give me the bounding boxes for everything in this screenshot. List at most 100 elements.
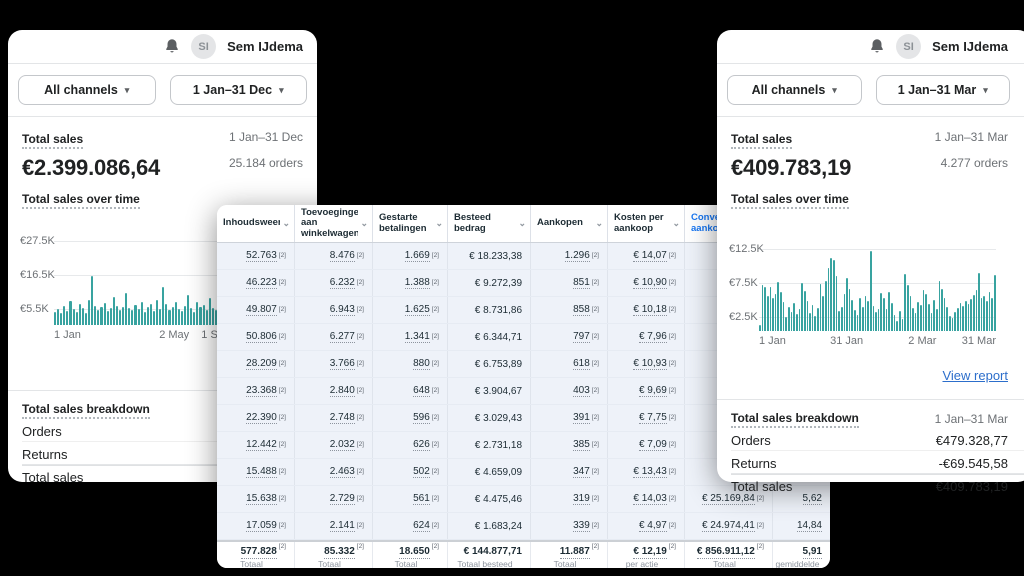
table-cell[interactable]: € 10,90[2]: [608, 270, 685, 296]
cell-value[interactable]: 624: [413, 520, 430, 533]
cell-value[interactable]: 22.390: [246, 412, 277, 425]
table-cell[interactable]: 561[2]: [373, 486, 448, 512]
total-sales-label[interactable]: Total sales: [22, 133, 83, 149]
date-range-button[interactable]: 1 Jan–31 Mar ▾: [876, 75, 1011, 105]
table-cell[interactable]: 1.625[2]: [373, 297, 448, 323]
breakdown-title[interactable]: Total sales breakdown: [22, 403, 150, 419]
cell-value[interactable]: € 13,43: [633, 466, 666, 479]
cell-value[interactable]: 6.943: [330, 304, 355, 317]
table-cell[interactable]: 347[2]: [531, 459, 608, 485]
table-cell[interactable]: 1.296[2]: [531, 243, 608, 269]
cell-value[interactable]: € 14,07: [633, 250, 666, 263]
table-cell[interactable]: 12.442[2]: [217, 432, 295, 458]
table-cell[interactable]: 1.341[2]: [373, 324, 448, 350]
cell-value[interactable]: 50.806: [246, 331, 277, 344]
cell-value[interactable]: € 4.475,46: [475, 494, 522, 505]
cell-value[interactable]: 858: [573, 304, 590, 317]
column-header-5[interactable]: Aankopen⌄: [531, 205, 608, 242]
sales-over-time-label[interactable]: Total sales over time: [731, 193, 849, 209]
table-cell[interactable]: 22.390[2]: [217, 405, 295, 431]
table-cell[interactable]: € 13,43[2]: [608, 459, 685, 485]
cell-value[interactable]: 797: [573, 331, 590, 344]
table-cell[interactable]: € 2.731,18: [448, 432, 531, 458]
table-cell[interactable]: 618[2]: [531, 351, 608, 377]
cell-value[interactable]: 1.341: [405, 331, 430, 344]
sort-chevron-icon[interactable]: ⌄: [280, 218, 290, 229]
cell-value[interactable]: € 3.904,67: [475, 386, 522, 397]
table-cell[interactable]: € 6.753,89: [448, 351, 531, 377]
table-cell[interactable]: 880[2]: [373, 351, 448, 377]
cell-value[interactable]: 347: [573, 466, 590, 479]
totals-cell[interactable]: € 12,19[2]per actie: [608, 542, 685, 568]
channels-filter-button[interactable]: All channels ▾: [18, 75, 156, 105]
table-cell[interactable]: 1.388[2]: [373, 270, 448, 296]
table-cell[interactable]: € 4,97[2]: [608, 513, 685, 539]
cell-value[interactable]: 12.442: [246, 439, 277, 452]
table-cell[interactable]: 50.806[2]: [217, 324, 295, 350]
cell-value[interactable]: 561: [413, 493, 430, 506]
table-cell[interactable]: 2.032[2]: [295, 432, 373, 458]
cell-value[interactable]: € 8.731,86: [475, 305, 522, 316]
cell-value[interactable]: € 6.753,89: [475, 359, 522, 370]
cell-value[interactable]: € 10,18: [633, 304, 666, 317]
cell-value[interactable]: 2.729: [330, 493, 355, 506]
cell-value[interactable]: € 7,75: [639, 412, 667, 425]
cell-value[interactable]: 385: [573, 439, 590, 452]
cell-value[interactable]: 403: [573, 385, 590, 398]
table-cell[interactable]: 648[2]: [373, 378, 448, 404]
totals-cell[interactable]: € 144.877,71Totaal besteed: [448, 542, 531, 568]
cell-value[interactable]: 28.209: [246, 358, 277, 371]
notification-bell-icon[interactable]: [869, 38, 885, 55]
cell-value[interactable]: 391: [573, 412, 590, 425]
table-cell[interactable]: 596[2]: [373, 405, 448, 431]
totals-cell[interactable]: 11.887[2]Totaal: [531, 542, 608, 568]
table-cell[interactable]: 3.766[2]: [295, 351, 373, 377]
table-cell[interactable]: € 24.974,41[2]: [685, 513, 773, 539]
table-cell[interactable]: € 7,96[2]: [608, 324, 685, 350]
cell-value[interactable]: € 14,03: [633, 493, 666, 506]
column-header-6[interactable]: Kosten per aankoop⌄: [608, 205, 685, 242]
sort-chevron-icon[interactable]: ⌄: [593, 218, 603, 229]
breakdown-title[interactable]: Total sales breakdown: [731, 412, 859, 428]
cell-value[interactable]: 626: [413, 439, 430, 452]
cell-value[interactable]: 596: [413, 412, 430, 425]
cell-value[interactable]: € 1.683,24: [475, 521, 522, 532]
cell-value[interactable]: 618: [573, 358, 590, 371]
table-cell[interactable]: € 10,93[2]: [608, 351, 685, 377]
table-cell[interactable]: 1.669[2]: [373, 243, 448, 269]
table-cell[interactable]: 52.763[2]: [217, 243, 295, 269]
cell-value[interactable]: € 24.974,41: [702, 520, 755, 533]
table-cell[interactable]: 319[2]: [531, 486, 608, 512]
cell-value[interactable]: € 10,93: [633, 358, 666, 371]
view-report-link[interactable]: View report: [942, 368, 1008, 383]
table-cell[interactable]: € 18.233,38: [448, 243, 531, 269]
table-cell[interactable]: € 3.029,43: [448, 405, 531, 431]
cell-value[interactable]: 23.368: [246, 385, 277, 398]
table-cell[interactable]: € 14,03[2]: [608, 486, 685, 512]
table-cell[interactable]: € 14,07[2]: [608, 243, 685, 269]
table-cell[interactable]: 858[2]: [531, 297, 608, 323]
cell-value[interactable]: € 7,96: [639, 331, 667, 344]
cell-value[interactable]: 2.748: [330, 412, 355, 425]
table-cell[interactable]: 624[2]: [373, 513, 448, 539]
table-cell[interactable]: 403[2]: [531, 378, 608, 404]
table-cell[interactable]: 2.141[2]: [295, 513, 373, 539]
sort-chevron-icon[interactable]: ⌄: [433, 218, 443, 229]
table-cell[interactable]: 6.277[2]: [295, 324, 373, 350]
table-cell[interactable]: 17.059[2]: [217, 513, 295, 539]
cell-value[interactable]: € 9,69: [639, 385, 667, 398]
notification-bell-icon[interactable]: [164, 38, 180, 55]
sales-over-time-chart[interactable]: €12.5K€7.5K€2.5K1 Jan31 Jan2 Mar31 Mar: [717, 213, 1024, 353]
sort-chevron-icon[interactable]: ⌄: [670, 218, 680, 229]
table-cell[interactable]: 385[2]: [531, 432, 608, 458]
table-cell[interactable]: € 7,75[2]: [608, 405, 685, 431]
column-header-4[interactable]: Besteed bedrag⌄: [448, 205, 531, 242]
date-range-button[interactable]: 1 Jan–31 Dec ▾: [170, 75, 308, 105]
table-cell[interactable]: 2.840[2]: [295, 378, 373, 404]
totals-cell[interactable]: 5,91gemiddelde: [773, 542, 830, 568]
table-cell[interactable]: 626[2]: [373, 432, 448, 458]
table-cell[interactable]: 14,84: [773, 513, 830, 539]
table-cell[interactable]: 2.748[2]: [295, 405, 373, 431]
cell-value[interactable]: 880: [413, 358, 430, 371]
user-avatar[interactable]: SI: [896, 34, 921, 59]
